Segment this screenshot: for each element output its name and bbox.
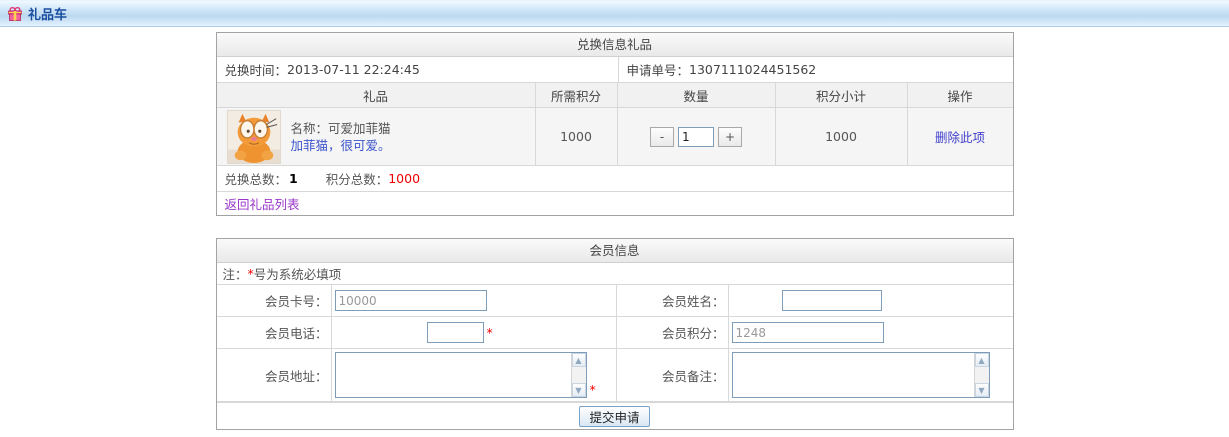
quantity-minus-button[interactable]: - [650,127,674,147]
titlebar: 礼品车 [0,0,1229,27]
form-row-card-name: 会员卡号： 会员姓名： [217,285,1013,317]
submit-application-button[interactable]: 提交申请 [579,406,649,427]
exchange-time: 兑换时间：2013-07-11 22:24:45 [217,57,618,82]
scroll-up-icon[interactable]: ▲ [572,353,586,367]
total-points-value: 1000 [388,171,420,186]
note-prefix: 注： [223,264,248,283]
column-header-quantity: 数量 [617,83,775,107]
member-card-input[interactable] [335,290,487,311]
gift-points-subtotal: 1000 [775,108,907,165]
phone-required-asterisk: * [487,325,493,340]
back-link-row: 返回礼品列表 [217,192,1013,215]
address-required-asterisk: * [590,382,596,397]
quantity-input[interactable] [678,127,714,147]
form-row-address-remark: 会员地址： ▲ ▼ * 会员备注： ▲ ▼ [217,349,1013,402]
required-note: 注：* 号为系统必填项 [217,263,1013,285]
quantity-cell: - + [617,108,775,165]
gift-description: 加菲猫，很可爱。 [291,137,391,154]
column-header-points-subtotal: 积分小计 [775,83,907,107]
scroll-down-icon[interactable]: ▼ [975,383,989,397]
textarea-scrollbar[interactable]: ▲ ▼ [974,353,989,397]
exchange-time-value: 2013-07-11 22:24:45 [287,62,420,77]
member-table-title: 会员信息 [217,239,1013,263]
member-info-table: 会员信息 注：* 号为系统必填项 会员卡号： 会员姓名： 会员电话： * 会员积… [216,238,1014,430]
order-number-value: 1307111024451562 [689,62,816,77]
main-content: 兑换信息礼品 兑换时间：2013-07-11 22:24:45 申请单号：130… [216,32,1014,430]
gift-item-row: 名称：可爱加菲猫 加菲猫，很可爱。 1000 - + 1000 删除此项 [217,108,1013,166]
page-title: 礼品车 [28,4,67,23]
scroll-down-icon[interactable]: ▼ [572,383,586,397]
member-name-label: 会员姓名： [616,285,728,316]
gift-name: 名称：可爱加菲猫 [291,120,391,137]
total-count-value: 1 [289,171,298,186]
submit-row: 提交申请 [217,402,1013,429]
total-points-label: 积分总数： [326,169,389,188]
textarea-scrollbar[interactable]: ▲ ▼ [571,353,586,397]
order-number-label: 申请单号： [627,60,690,79]
member-name-input[interactable] [782,290,882,311]
member-phone-label: 会员电话： [217,317,331,348]
scroll-up-icon[interactable]: ▲ [975,353,989,367]
exchange-time-label: 兑换时间： [225,60,288,79]
exchange-meta-row: 兑换时间：2013-07-11 22:24:45 申请单号：1307111024… [217,57,1013,83]
back-to-gift-list-link[interactable]: 返回礼品列表 [225,194,300,213]
note-text: 号为系统必填项 [254,264,342,283]
gift-box-icon [7,6,23,22]
member-remark-textarea[interactable] [732,352,990,398]
form-row-phone-points: 会员电话： * 会员积分： [217,317,1013,349]
exchange-totals-row: 兑换总数：1 积分总数：1000 [217,166,1013,192]
gift-required-points: 1000 [535,108,617,165]
quantity-plus-button[interactable]: + [718,127,742,147]
exchange-column-headers: 礼品 所需积分 数量 积分小计 操作 [217,83,1013,108]
member-address-label: 会员地址： [217,349,331,401]
column-header-required-points: 所需积分 [535,83,617,107]
member-phone-input[interactable] [427,322,484,343]
exchange-info-table: 兑换信息礼品 兑换时间：2013-07-11 22:24:45 申请单号：130… [216,32,1014,216]
member-points-label: 会员积分： [616,317,728,348]
member-remark-label: 会员备注： [616,349,728,401]
member-address-textarea[interactable] [335,352,587,398]
column-header-gift: 礼品 [217,83,535,107]
exchange-table-title: 兑换信息礼品 [217,33,1013,57]
order-number: 申请单号：1307111024451562 [618,57,1013,82]
member-card-label: 会员卡号： [217,285,331,316]
column-header-operation: 操作 [907,83,1013,107]
total-count-label: 兑换总数： [225,169,288,188]
member-points-input[interactable] [732,322,884,343]
delete-item-link[interactable]: 删除此项 [935,127,985,146]
gift-image-garfield [227,110,281,164]
